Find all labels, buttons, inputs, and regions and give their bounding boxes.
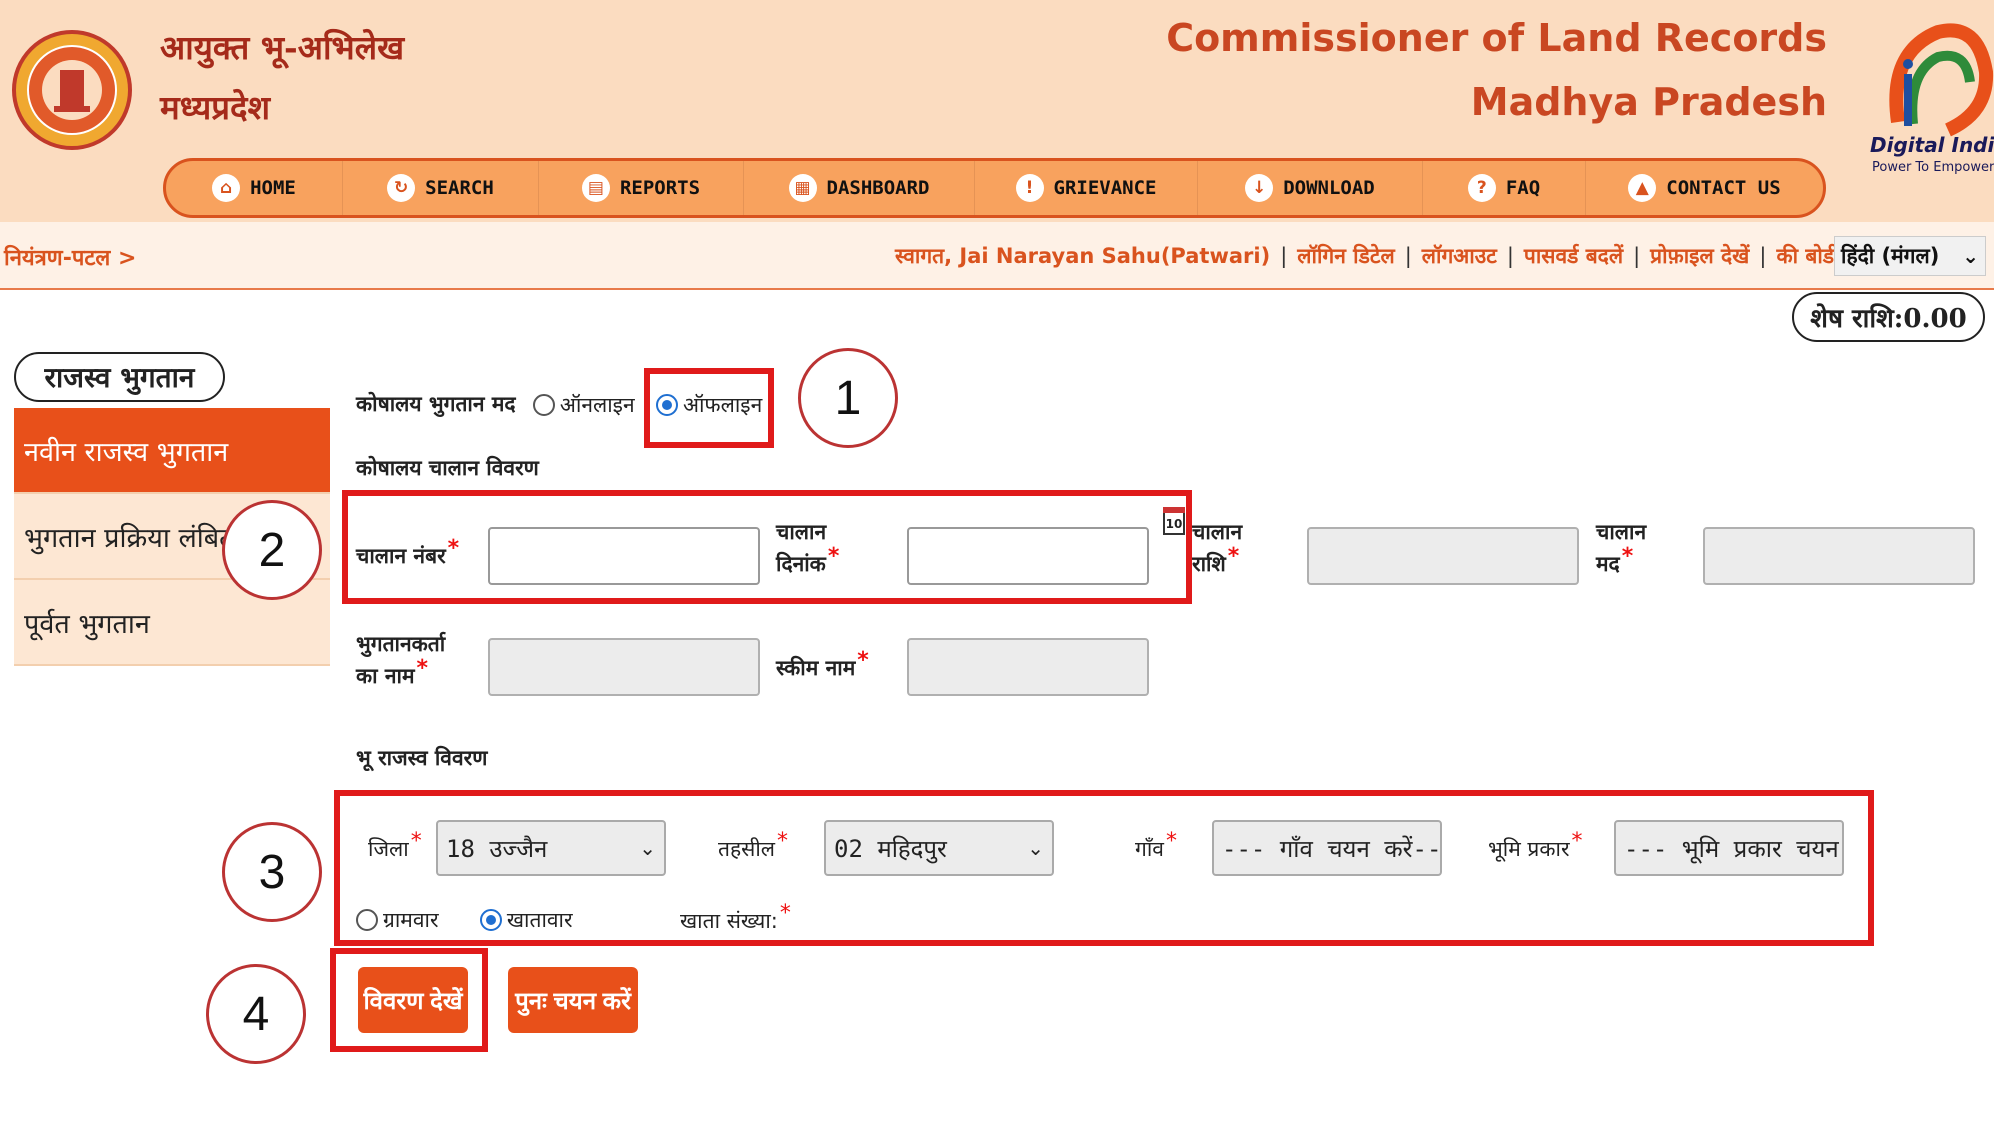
nav-download[interactable]: ↓ DOWNLOAD	[1198, 161, 1423, 215]
online-radio[interactable]	[532, 394, 555, 416]
login-detail-link[interactable]: लॉगिन डिटेल	[1297, 242, 1394, 270]
payer-name-label-1: भुगतानकर्ता	[356, 632, 446, 656]
reset-selection-button[interactable]: पुनः चयन करें	[508, 967, 638, 1033]
user-bar: नियंत्रण-पटल > स्वागत, Jai Narayan Sahu(…	[0, 222, 1994, 290]
separator: |	[1404, 244, 1412, 268]
payer-name-label: भुगतानकर्ता का नाम*	[356, 628, 445, 693]
report-icon: ▤	[581, 174, 610, 202]
keyboard-label: की बोर्ड	[1776, 244, 1834, 268]
scheme-name-label-text: स्कीम नाम	[776, 656, 856, 680]
separator: |	[1506, 244, 1514, 268]
nav-dashboard-label: DASHBOARD	[826, 177, 930, 199]
breadcrumb[interactable]: नियंत्रण-पटल >	[4, 242, 136, 272]
mp-emblem-logo	[12, 30, 132, 150]
sidebar-item-label: नवीन राजस्व भुगतान	[24, 436, 229, 468]
main-nav: ⌂ HOME ↻ SEARCH ▤ REPORTS ▦ DASHBOARD ! GRIEV…	[163, 158, 1826, 218]
nav-contact-us[interactable]: ▲ CONTACT US	[1586, 161, 1823, 215]
search-icon: ↻	[387, 174, 416, 202]
site-header: आयुक्त भू-अभिलेख मध्यप्रदेश Commissioner…	[0, 0, 1994, 222]
nav-search[interactable]: ↻ SEARCH	[343, 161, 539, 215]
english-title: Commissioner of Land Records Madhya Prad…	[1166, 6, 1827, 134]
online-label: ऑनलाइन	[559, 393, 635, 417]
required-mark: *	[857, 648, 869, 673]
grievance-icon: !	[1015, 174, 1044, 202]
highlight-box-view-button	[330, 948, 488, 1052]
highlight-box-land-revenue	[334, 790, 1874, 946]
download-icon: ↓	[1245, 174, 1274, 202]
language-select[interactable]: हिंदी (मंगल) ⌄	[1834, 236, 1986, 276]
scheme-name-field[interactable]	[907, 638, 1149, 696]
payer-name-field[interactable]	[488, 638, 760, 696]
english-title-line2: Madhya Pradesh	[1470, 80, 1827, 124]
faq-icon: ?	[1467, 174, 1496, 202]
challan-head-field[interactable]	[1703, 527, 1975, 585]
separator: |	[1633, 244, 1641, 268]
contact-icon: ▲	[1628, 174, 1657, 202]
chevron-down-icon: ⌄	[1962, 244, 1979, 268]
challan-section-title: कोषालय चालान विवरण	[356, 456, 539, 480]
view-profile-link[interactable]: प्रोफ़ाइल देखें	[1650, 242, 1749, 270]
challan-amount-field[interactable]	[1307, 527, 1579, 585]
nav-reports[interactable]: ▤ REPORTS	[539, 161, 744, 215]
sidebar-item-label: भुगतान प्रक्रिया लंबित	[24, 522, 235, 554]
payer-name-label-2: का नाम	[356, 664, 415, 688]
logout-link[interactable]: लॉगआउट	[1422, 242, 1497, 270]
challan-amount-label: चालान राशि*	[1192, 516, 1242, 581]
step-callout-2: 2	[222, 500, 322, 600]
sidebar-item-label: पूर्वत भुगतान	[24, 608, 150, 640]
welcome-text: स्वागत, Jai Narayan Sahu(Patwari)	[895, 244, 1271, 268]
user-links: स्वागत, Jai Narayan Sahu(Patwari) | लॉगि…	[895, 242, 1834, 270]
challan-amount-input[interactable]	[1309, 529, 1577, 583]
sidebar-item-new-payment[interactable]: नवीन राजस्व भुगतान	[14, 408, 330, 494]
nav-reports-label: REPORTS	[619, 177, 701, 199]
nav-search-label: SEARCH	[425, 177, 494, 199]
step-callout-1: 1	[798, 348, 898, 448]
challan-head-input[interactable]	[1705, 529, 1973, 583]
highlight-box-challan	[342, 490, 1192, 604]
separator: |	[1280, 244, 1288, 268]
home-icon: ⌂	[212, 174, 241, 202]
nav-download-label: DOWNLOAD	[1283, 177, 1375, 199]
payment-head-label: कोषालय भुगतान मद	[356, 392, 516, 416]
nav-contact-label: CONTACT US	[1666, 177, 1781, 199]
nav-faq-label: FAQ	[1505, 177, 1541, 199]
english-title-line1: Commissioner of Land Records	[1166, 16, 1827, 60]
nav-home[interactable]: ⌂ HOME	[166, 161, 343, 215]
land-revenue-section-title: भू राजस्व विवरण	[356, 746, 488, 770]
step-callout-3: 3	[222, 822, 322, 922]
payer-name-input[interactable]	[490, 640, 758, 694]
highlight-box-offline	[644, 368, 774, 448]
digital-india-tagline: Power To Empower	[1872, 160, 1994, 175]
required-mark: *	[1227, 544, 1240, 569]
balance-badge: शेष राशि:0.00	[1792, 292, 1985, 342]
nav-home-label: HOME	[250, 177, 296, 199]
dashboard-icon: ▦	[788, 174, 817, 202]
separator: |	[1759, 244, 1767, 268]
nav-grievance[interactable]: ! GRIEVANCE	[975, 161, 1198, 215]
scheme-name-input[interactable]	[909, 640, 1147, 694]
language-value: हिंदी (मंगल)	[1841, 244, 1940, 268]
digital-india-text: Digital India	[1870, 133, 1994, 157]
nav-grievance-label: GRIEVANCE	[1053, 177, 1157, 199]
challan-amount-label-2: राशि	[1192, 552, 1226, 576]
hindi-title-line1: आयुक्त भू-अभिलेख	[160, 28, 405, 67]
nav-faq[interactable]: ? FAQ	[1423, 161, 1586, 215]
sidebar-title: राजस्व भुगतान	[14, 352, 225, 402]
change-password-link[interactable]: पासवर्ड बदलें	[1524, 242, 1623, 270]
challan-head-label-2: मद	[1596, 552, 1620, 576]
challan-head-label: चालान मद*	[1596, 516, 1646, 581]
hindi-title: आयुक्त भू-अभिलेख मध्यप्रदेश	[160, 18, 404, 138]
scheme-name-label: स्कीम नाम*	[776, 648, 869, 685]
hindi-title-line2: मध्यप्रदेश	[160, 88, 271, 127]
required-mark: *	[1621, 544, 1634, 569]
required-mark: *	[416, 656, 429, 681]
nav-dashboard[interactable]: ▦ DASHBOARD	[744, 161, 975, 215]
step-callout-4: 4	[206, 964, 306, 1064]
